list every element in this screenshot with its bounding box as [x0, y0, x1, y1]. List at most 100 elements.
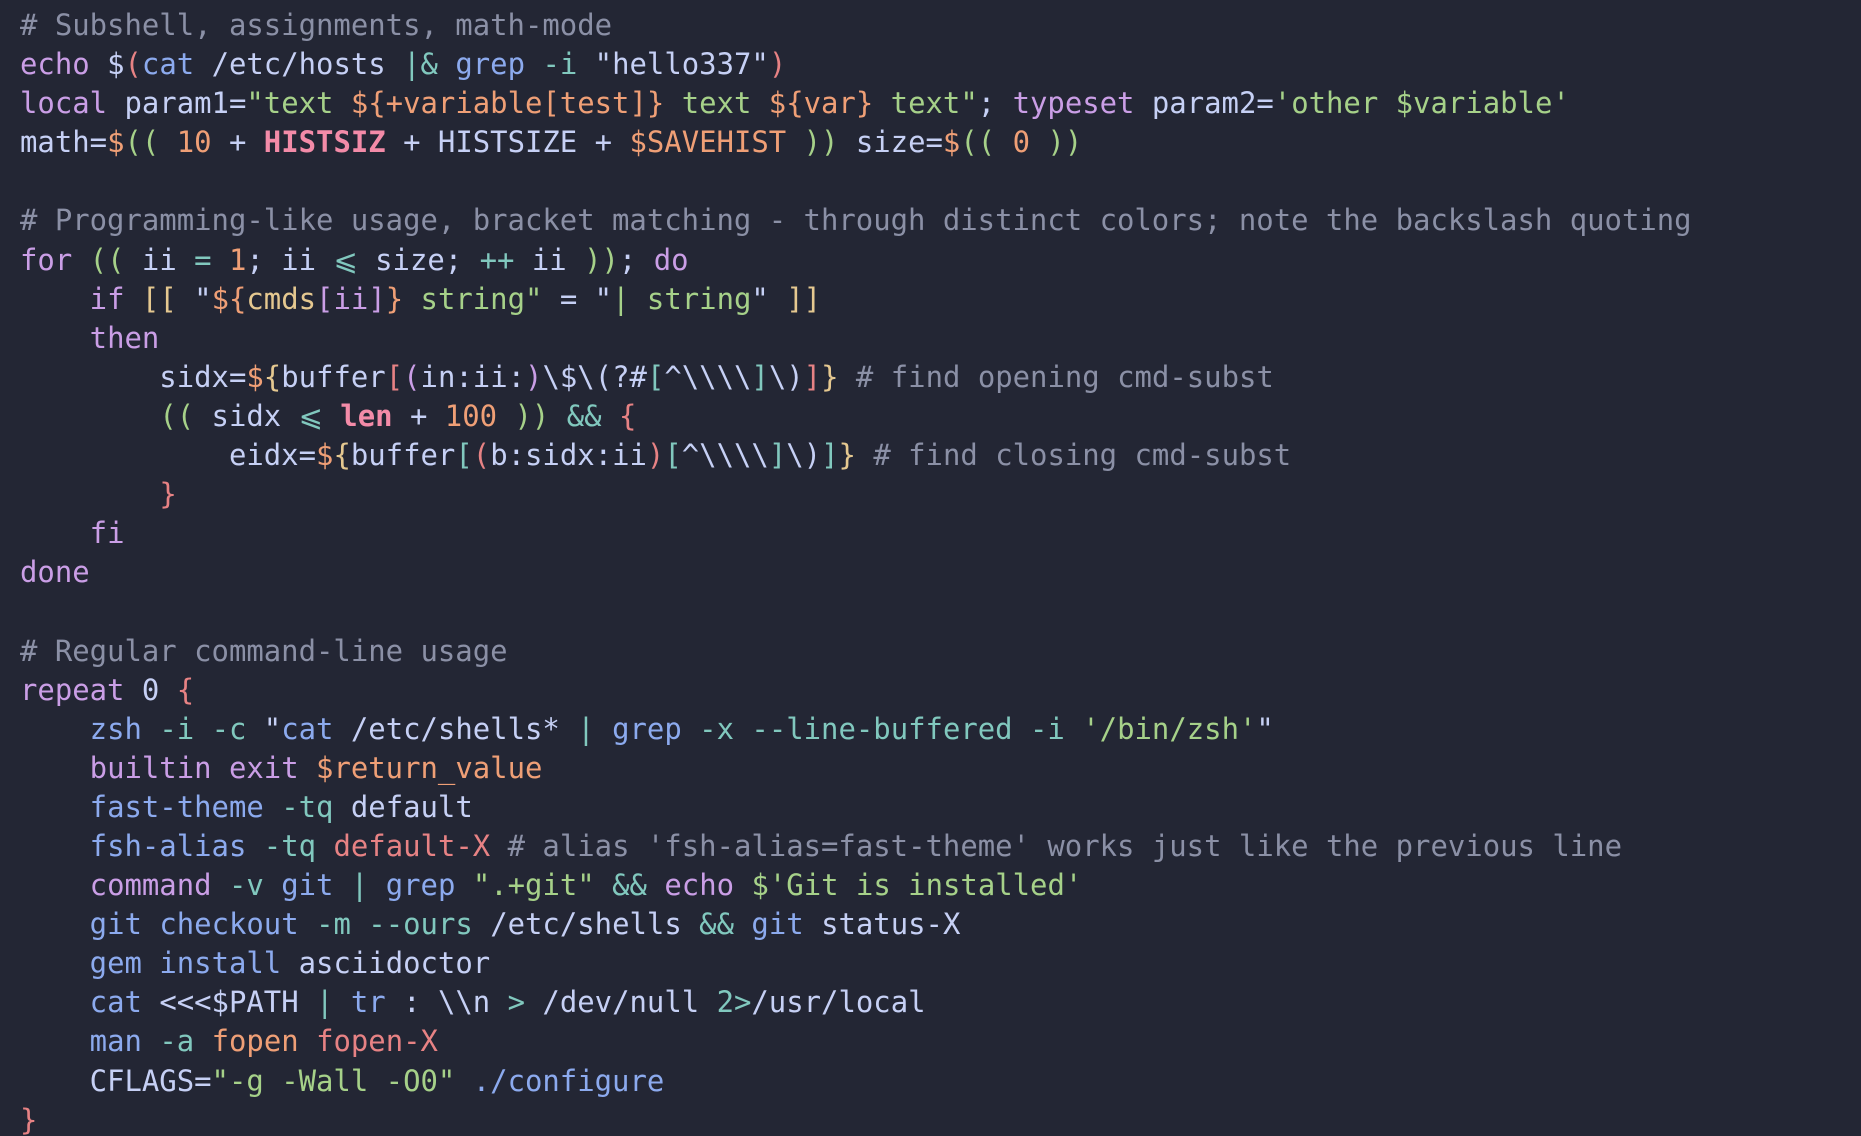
code-token: tr — [350, 985, 386, 1020]
code-token: " — [246, 711, 282, 746]
code-token: : \\n — [385, 985, 508, 1020]
code-token: } — [159, 477, 177, 512]
code-token: default-X — [333, 828, 491, 863]
code-token: math= — [20, 125, 108, 160]
code-line: builtin exit $return_value — [20, 749, 1861, 788]
code-token: eidx= — [20, 438, 317, 473]
code-token: /etc/shells — [472, 907, 700, 942]
code-line: if [[ "${cmds[ii]} string" = "| string" … — [20, 280, 1861, 319]
code-token: ${var} — [768, 86, 874, 121]
code-token: typeset — [1012, 86, 1135, 121]
code-token: ii — [124, 242, 195, 277]
code-token: ; ii — [246, 242, 334, 277]
code-token: } — [838, 438, 856, 473]
code-comment: # Programming-like usage, bracket matchi… — [20, 203, 1692, 238]
code-token: ] — [751, 359, 769, 394]
code-token: ./configure — [472, 1063, 665, 1098]
code-token: for — [20, 242, 73, 277]
code-token: 100 — [444, 398, 498, 433]
code-token: -i — [542, 47, 578, 82]
code-token: in:ii: — [420, 359, 526, 394]
code-token: [ — [455, 438, 473, 473]
code-token: buffer — [350, 438, 456, 473]
code-line: # Programming-like usage, bracket matchi… — [20, 201, 1861, 240]
code-comment: # find opening cmd-subst — [838, 359, 1274, 394]
code-token: cat — [89, 985, 142, 1020]
code-token: grep — [385, 868, 456, 903]
code-token: ".+git" — [472, 868, 595, 903]
code-token: do — [653, 242, 689, 277]
code-token: fsh-alias — [89, 828, 247, 863]
code-token: ( — [124, 47, 142, 82]
code-line: CFLAGS="-g -Wall -O0" ./configure — [20, 1062, 1861, 1101]
code-token: ] — [803, 359, 822, 394]
code-token: ] — [768, 438, 787, 473]
code-token: param2= — [1134, 86, 1274, 121]
code-token: b:sidx:ii — [490, 438, 647, 473]
code-token: [[ — [141, 281, 177, 316]
code-token: $ — [107, 125, 125, 160]
code-token: then — [89, 320, 160, 355]
code-token: 0 — [141, 672, 177, 707]
code-token: )) — [1047, 125, 1083, 160]
code-token: /etc/shells* — [333, 711, 578, 746]
code-token: $'Git is installed' — [751, 868, 1083, 903]
code-token: ^\\\\ — [681, 438, 769, 473]
code-token: echo — [20, 47, 90, 82]
code-token: $ — [89, 47, 125, 82]
code-line: cat <<<$PATH | tr : \\n > /dev/null 2>/u… — [20, 983, 1861, 1022]
code-token: "-g -Wall -O0" — [211, 1063, 456, 1098]
code-token: && — [699, 907, 734, 942]
code-token: size= — [838, 125, 943, 160]
code-token: grep — [612, 711, 682, 746]
code-line: command -v git | grep ".+git" && echo $'… — [20, 866, 1861, 905]
terminal-editor[interactable]: # Subshell, assignments, math-mode echo $… — [0, 0, 1861, 1136]
code-line: } — [20, 475, 1861, 514]
code-token: -tq — [263, 828, 317, 863]
code-token: ) — [768, 47, 787, 82]
code-token: ${ — [211, 281, 247, 316]
code-line: # Subshell, assignments, math-mode — [20, 6, 1861, 45]
code-token: size; — [357, 242, 480, 277]
code-line: gem install asciidoctor — [20, 944, 1861, 983]
code-token: = " — [542, 281, 613, 316]
code-token: " — [176, 281, 212, 316]
code-token: " — [751, 281, 787, 316]
code-line: # Regular command-line usage — [20, 632, 1861, 671]
code-token: -m --ours — [316, 907, 473, 942]
code-token: /etc/hosts — [194, 47, 404, 82]
code-token: + — [228, 125, 264, 160]
code-token: 10 — [159, 125, 229, 160]
code-token: ; — [977, 86, 1013, 121]
code-token: fi — [89, 516, 125, 551]
code-token: grep — [455, 47, 526, 82]
code-line: fast-theme -tq default — [20, 788, 1861, 827]
code-token: cat — [281, 711, 334, 746]
code-token: repeat — [20, 672, 125, 707]
code-token: { — [618, 398, 637, 433]
code-token: zsh — [89, 711, 142, 746]
code-line: fi — [20, 514, 1861, 553]
code-token: cat — [141, 47, 195, 82]
code-token: ++ — [479, 242, 515, 277]
code-token: (( — [159, 398, 195, 433]
code-token: ⩽ — [298, 398, 323, 433]
